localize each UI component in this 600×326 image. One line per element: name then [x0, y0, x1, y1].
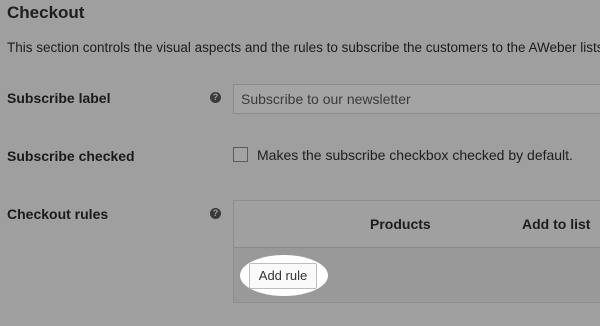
subscribe-checkbox-label[interactable]: Makes the subscribe checkbox checked by … [257, 147, 573, 163]
subscribe-checkbox[interactable] [233, 147, 248, 162]
subscribe-checked-label: Subscribe checked [7, 148, 135, 164]
section-description: This section controls the visual aspects… [7, 40, 600, 55]
subscribe-label-input[interactable]: Subscribe to our newsletter [233, 84, 600, 114]
rules-table-header: Products Add to list [234, 201, 600, 248]
subscribe-label-label: Subscribe label [7, 90, 111, 106]
checkout-rules-label: Checkout rules [7, 206, 109, 222]
add-rule-button[interactable]: Add rule [249, 263, 317, 289]
column-header-add-to-list: Add to list [522, 216, 591, 232]
question-circle-icon[interactable]: ? [210, 208, 221, 219]
question-circle-icon[interactable]: ? [210, 92, 221, 103]
section-title: Checkout [7, 3, 85, 22]
column-header-products: Products [370, 216, 431, 232]
